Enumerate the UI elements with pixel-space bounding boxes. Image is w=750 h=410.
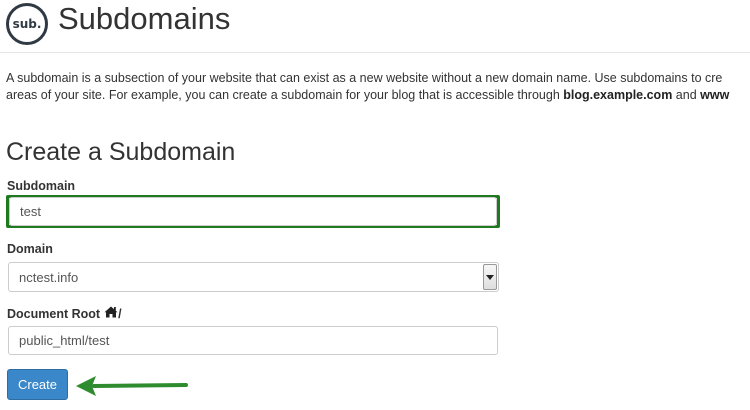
subdomains-logo-icon: sub. [6,3,48,45]
home-icon [104,306,118,321]
domain-select-value: nctest.info [19,269,79,285]
example-domain-1: blog.example.com [563,88,673,102]
subdomain-input[interactable]: test [9,197,497,226]
description-line-1: A subdomain is a subsection of your webs… [6,71,723,85]
subdomain-input-value: test [20,204,41,219]
annotation-arrow-icon [76,376,188,396]
logo-text: sub. [12,17,42,31]
section-title: Create a Subdomain [6,138,236,166]
domain-label: Domain [7,242,53,256]
page-description: A subdomain is a subsection of your webs… [6,70,750,104]
domain-select[interactable]: nctest.info [8,262,499,292]
create-button[interactable]: Create [7,369,68,400]
document-root-label-text: Document Root [7,306,101,321]
subdomain-label: Subdomain [7,179,76,193]
description-line-2-text: areas of your site. For example, you can… [6,88,564,102]
page-title: Subdomains [58,1,231,36]
document-root-input[interactable]: public_html/test [8,326,498,355]
chevron-down-icon[interactable] [483,264,497,290]
document-root-input-value: public_html/test [19,333,110,348]
document-root-label: Document Root / [7,306,122,321]
description-conjunction: and [672,88,701,102]
document-root-slash: / [118,306,122,321]
description-line-2: areas of your site. For example, you can… [6,87,750,104]
page-header: sub. Subdomains [0,0,750,53]
example-domain-2: www [700,88,730,102]
